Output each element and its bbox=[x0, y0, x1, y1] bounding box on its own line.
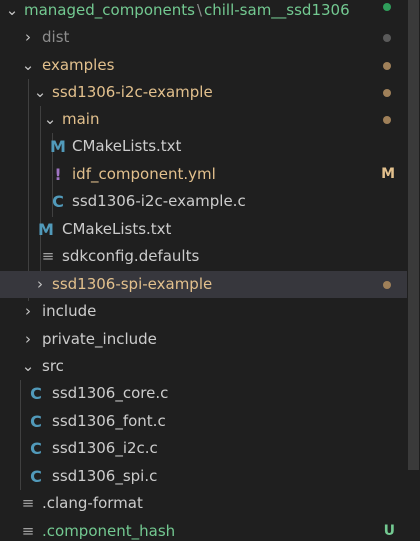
tree-row-ssd1306-font[interactable]: C ssd1306_font.c bbox=[0, 408, 407, 435]
folder-label: src bbox=[42, 357, 64, 375]
git-status-dot bbox=[383, 89, 391, 97]
text-file-icon: ≡ bbox=[21, 494, 35, 512]
chevron-down-icon: ⌄ bbox=[21, 56, 35, 74]
file-label: ssd1306_spi.c bbox=[52, 467, 158, 485]
breadcrumb-current[interactable]: chill-sam__ssd1306 bbox=[204, 1, 350, 19]
git-status-dot bbox=[383, 281, 391, 289]
file-label: ssd1306_font.c bbox=[52, 412, 166, 430]
tree-row-examples[interactable]: ⌄ examples bbox=[0, 52, 407, 79]
chevron-down-icon: ⌄ bbox=[43, 110, 57, 128]
vertical-scrollbar[interactable] bbox=[407, 0, 420, 541]
tree-row-include[interactable]: › include bbox=[0, 298, 407, 325]
folder-label: ssd1306-i2c-example bbox=[52, 83, 213, 101]
breadcrumb-parent[interactable]: managed_components bbox=[24, 1, 195, 19]
cmake-icon: M bbox=[38, 220, 54, 239]
file-label: CMakeLists.txt bbox=[62, 220, 172, 238]
folder-label: main bbox=[62, 110, 100, 128]
tree-row-cmakelists-example[interactable]: M CMakeLists.txt bbox=[0, 216, 407, 243]
file-label: idf_component.yml bbox=[72, 165, 216, 183]
c-file-icon: C bbox=[30, 412, 42, 431]
file-label: ssd1306_core.c bbox=[52, 384, 169, 402]
file-label: .clang-format bbox=[42, 494, 143, 512]
tree-row-ssd1306-i2c[interactable]: C ssd1306_i2c.c bbox=[0, 435, 407, 462]
tree-row-clang-format[interactable]: ≡ .clang-format bbox=[0, 490, 407, 517]
tree-row-component-hash[interactable]: ≡ .component_hash U bbox=[0, 518, 407, 541]
git-status-dot bbox=[383, 3, 391, 11]
tree-row-ssd1306-i2c-example[interactable]: ⌄ ssd1306-i2c-example bbox=[0, 79, 407, 106]
file-label: ssd1306_i2c.c bbox=[52, 439, 158, 457]
text-file-icon: ≡ bbox=[41, 247, 55, 265]
yaml-icon: ! bbox=[54, 165, 62, 184]
git-status-dot bbox=[383, 116, 391, 124]
chevron-down-icon: ⌄ bbox=[33, 83, 47, 101]
breadcrumb-separator: \ bbox=[196, 1, 203, 19]
tree-row-ssd1306-spi[interactable]: C ssd1306_spi.c bbox=[0, 463, 407, 490]
tree-row-dist[interactable]: › dist bbox=[0, 24, 407, 51]
text-file-icon: ≡ bbox=[21, 522, 35, 540]
tree-row-idf-component[interactable]: ! idf_component.yml M bbox=[0, 161, 407, 188]
chevron-right-icon: › bbox=[25, 302, 31, 320]
chevron-right-icon: › bbox=[25, 28, 31, 46]
c-file-icon: C bbox=[30, 384, 42, 403]
breadcrumb: managed_components \ chill-sam__ssd1306 bbox=[24, 0, 350, 24]
tree-row-ssd1306-core[interactable]: C ssd1306_core.c bbox=[0, 380, 407, 407]
tree-row-sdkconfig-defaults[interactable]: ≡ sdkconfig.defaults bbox=[0, 243, 407, 270]
chevron-down-icon: ⌄ bbox=[21, 357, 35, 375]
folder-label: private_include bbox=[42, 330, 157, 348]
c-file-icon: C bbox=[52, 192, 64, 211]
folder-label: examples bbox=[42, 56, 115, 74]
file-explorer-tree: ⌄ managed_components \ chill-sam__ssd1306 … bbox=[0, 0, 407, 541]
scrollbar-thumb[interactable] bbox=[408, 0, 419, 470]
file-label: CMakeLists.txt bbox=[72, 137, 182, 155]
tree-row-root[interactable]: ⌄ managed_components \ chill-sam__ssd1306 bbox=[0, 0, 407, 24]
modified-badge: M bbox=[381, 166, 395, 182]
tree-row-main[interactable]: ⌄ main bbox=[0, 106, 407, 133]
chevron-down-icon: ⌄ bbox=[5, 1, 19, 19]
cmake-icon: M bbox=[50, 137, 66, 156]
chevron-right-icon: › bbox=[37, 275, 43, 293]
git-status-dot bbox=[383, 62, 391, 70]
c-file-icon: C bbox=[30, 467, 42, 486]
tree-row-src[interactable]: ⌄ src bbox=[0, 353, 407, 380]
file-label: .component_hash bbox=[42, 522, 176, 540]
folder-label: ssd1306-spi-example bbox=[52, 275, 213, 293]
git-status-dot bbox=[383, 34, 391, 42]
folder-label: include bbox=[42, 302, 97, 320]
c-file-icon: C bbox=[30, 439, 42, 458]
tree-row-private-include[interactable]: › private_include bbox=[0, 326, 407, 353]
tree-row-ssd1306-spi-example[interactable]: › ssd1306-spi-example bbox=[0, 271, 407, 298]
untracked-badge: U bbox=[383, 523, 395, 539]
chevron-right-icon: › bbox=[25, 330, 31, 348]
file-label: sdkconfig.defaults bbox=[62, 247, 200, 265]
file-label: ssd1306-i2c-example.c bbox=[72, 192, 246, 210]
tree-row-ssd1306-i2c-example-c[interactable]: C ssd1306-i2c-example.c bbox=[0, 188, 407, 215]
folder-label: dist bbox=[42, 28, 70, 46]
tree-row-cmakelists-main[interactable]: M CMakeLists.txt bbox=[0, 133, 407, 160]
